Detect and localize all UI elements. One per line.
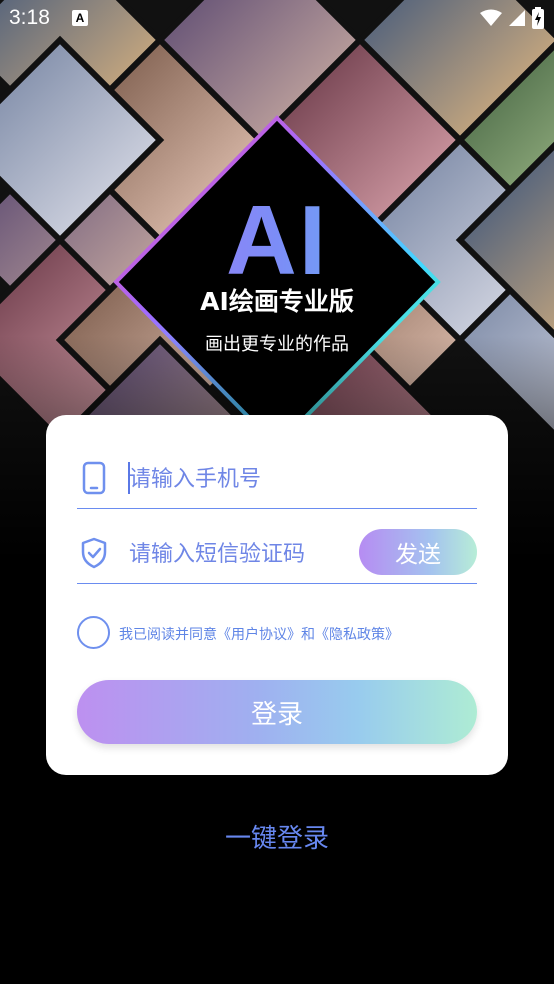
agreement-text[interactable]: 我已阅读并同意《用户协议》和《隐私政策》 — [119, 624, 399, 644]
wifi-icon — [480, 9, 502, 26]
login-button[interactable]: 登录 — [77, 680, 477, 744]
phone-icon — [82, 461, 106, 495]
notification-a-icon: A — [72, 10, 88, 26]
send-code-button[interactable]: 发送 — [359, 529, 477, 575]
text-cursor — [128, 462, 130, 494]
app-title: AI绘画专业版 — [200, 287, 354, 316]
phone-input[interactable] — [129, 461, 359, 497]
logo-ai-text: AI — [0, 190, 554, 290]
sms-code-input[interactable] — [129, 536, 359, 572]
app-subtitle: 画出更专业的作品 — [205, 334, 349, 355]
agree-checkbox[interactable] — [77, 616, 110, 649]
phone-field-row — [77, 453, 477, 509]
status-time: 3:18 — [9, 6, 50, 29]
app-logo: AI AI绘画专业版 画出更专业的作品 — [0, 190, 554, 356]
shield-check-icon — [81, 537, 107, 569]
agreement-row: 我已阅读并同意《用户协议》和《隐私政策》 — [77, 615, 477, 651]
login-card: 发送 我已阅读并同意《用户协议》和《隐私政策》 登录 — [46, 415, 508, 775]
one-click-login-link[interactable]: 一键登录 — [0, 818, 554, 855]
code-field-row: 发送 — [77, 528, 477, 584]
battery-icon — [532, 7, 544, 29]
signal-icon — [509, 10, 525, 26]
status-bar: 3:18 A — [0, 0, 554, 36]
